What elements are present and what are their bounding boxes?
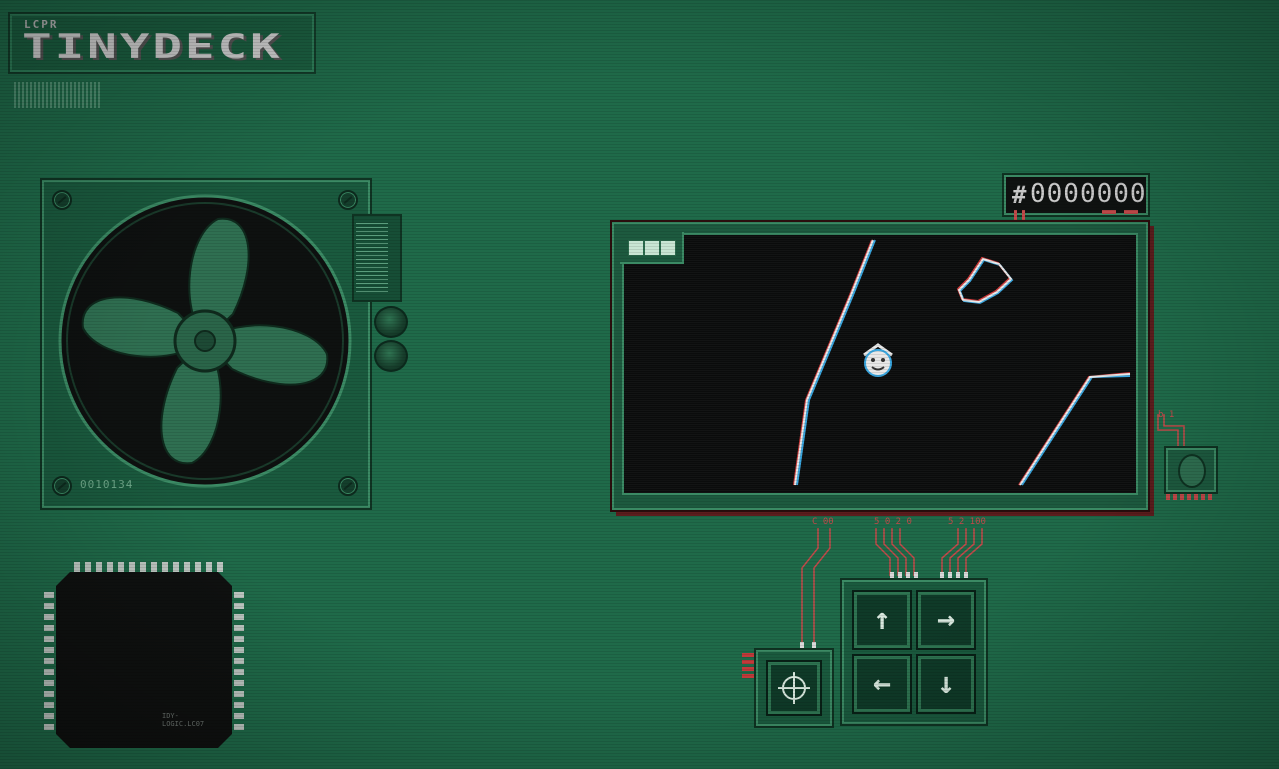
chip-pins [234,590,244,730]
wire-label-mid: 5 0 2 0 [874,517,912,527]
side-wires [1157,414,1185,446]
fan-serial-label: 0010134 [80,478,134,491]
wire-label-right: 5 2 100 [948,517,986,527]
smiley-ship-icon [863,343,893,377]
chip-pins [74,562,228,572]
fan-icon [58,194,352,488]
game-scene [793,239,1131,486]
right-button[interactable]: → [916,590,976,650]
score-value: 0000000 [1030,179,1147,209]
down-button[interactable]: ↓ [916,654,976,714]
action-pins [742,650,754,678]
logo-panel: LCPR TINYDECK [8,12,316,74]
side-pins [1166,494,1212,500]
action-button[interactable] [766,660,822,716]
down-arrow-icon: ↓ [936,666,956,701]
chip-pins [44,590,54,730]
dpad-panel: ↑ → ← ↓ [840,578,988,726]
crosshair-icon [778,672,810,704]
knob-button[interactable] [374,340,408,372]
left-button[interactable]: ← [852,654,912,714]
right-arrow-icon: → [936,602,956,637]
wire-label-left: C 00 [812,517,834,527]
knob-button[interactable] [374,306,408,338]
barcode-decoration [14,82,102,108]
up-button[interactable]: ↑ [852,590,912,650]
up-arrow-icon: ↑ [872,602,892,637]
health-cell [644,240,660,256]
score-display: # 0000000 [1004,175,1148,215]
vent-lines [356,222,388,292]
brand-title: TINYDECK [22,27,283,67]
health-cell [628,240,644,256]
chip-label: IDY- LOGIC.LC07 [162,712,205,728]
game-screen[interactable] [622,233,1138,495]
cpu-chip [56,572,232,748]
left-arrow-icon: ← [872,666,892,701]
action-panel [754,648,834,728]
health-cell [660,240,676,256]
score-prefix: # [1012,181,1027,209]
health-bar [620,232,684,264]
side-knob[interactable] [1178,454,1206,488]
side-device[interactable] [1164,446,1218,494]
